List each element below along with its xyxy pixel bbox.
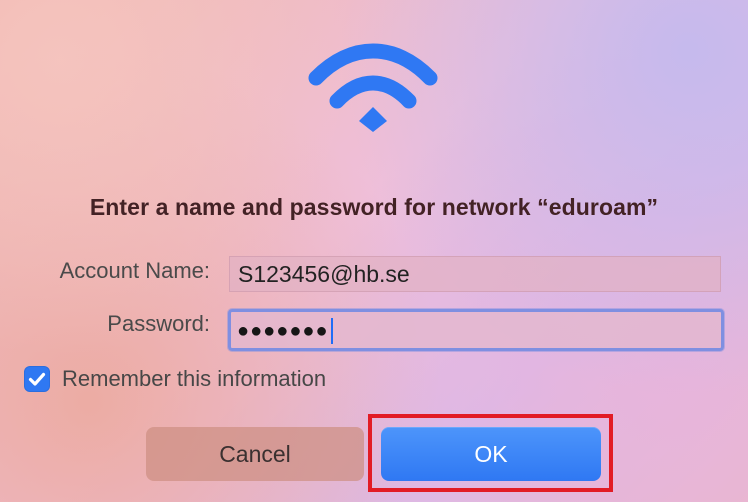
- password-label: Password:: [107, 311, 210, 336]
- ok-button-highlight: [368, 414, 613, 492]
- password-input[interactable]: ●●●●●●●: [228, 309, 724, 351]
- remember-label[interactable]: Remember this information: [62, 366, 326, 392]
- cancel-button[interactable]: Cancel: [146, 427, 364, 481]
- checkmark-icon: [28, 372, 46, 386]
- password-masked-value: ●●●●●●●: [237, 320, 329, 342]
- text-caret: [330, 317, 333, 344]
- wifi-icon: [308, 40, 438, 135]
- remember-checkbox[interactable]: [24, 366, 50, 392]
- account-name-label: Account Name:: [59, 258, 210, 283]
- account-name-input[interactable]: S123456@hb.se: [229, 256, 721, 292]
- dialog-title: Enter a name and password for network “e…: [89, 194, 659, 220]
